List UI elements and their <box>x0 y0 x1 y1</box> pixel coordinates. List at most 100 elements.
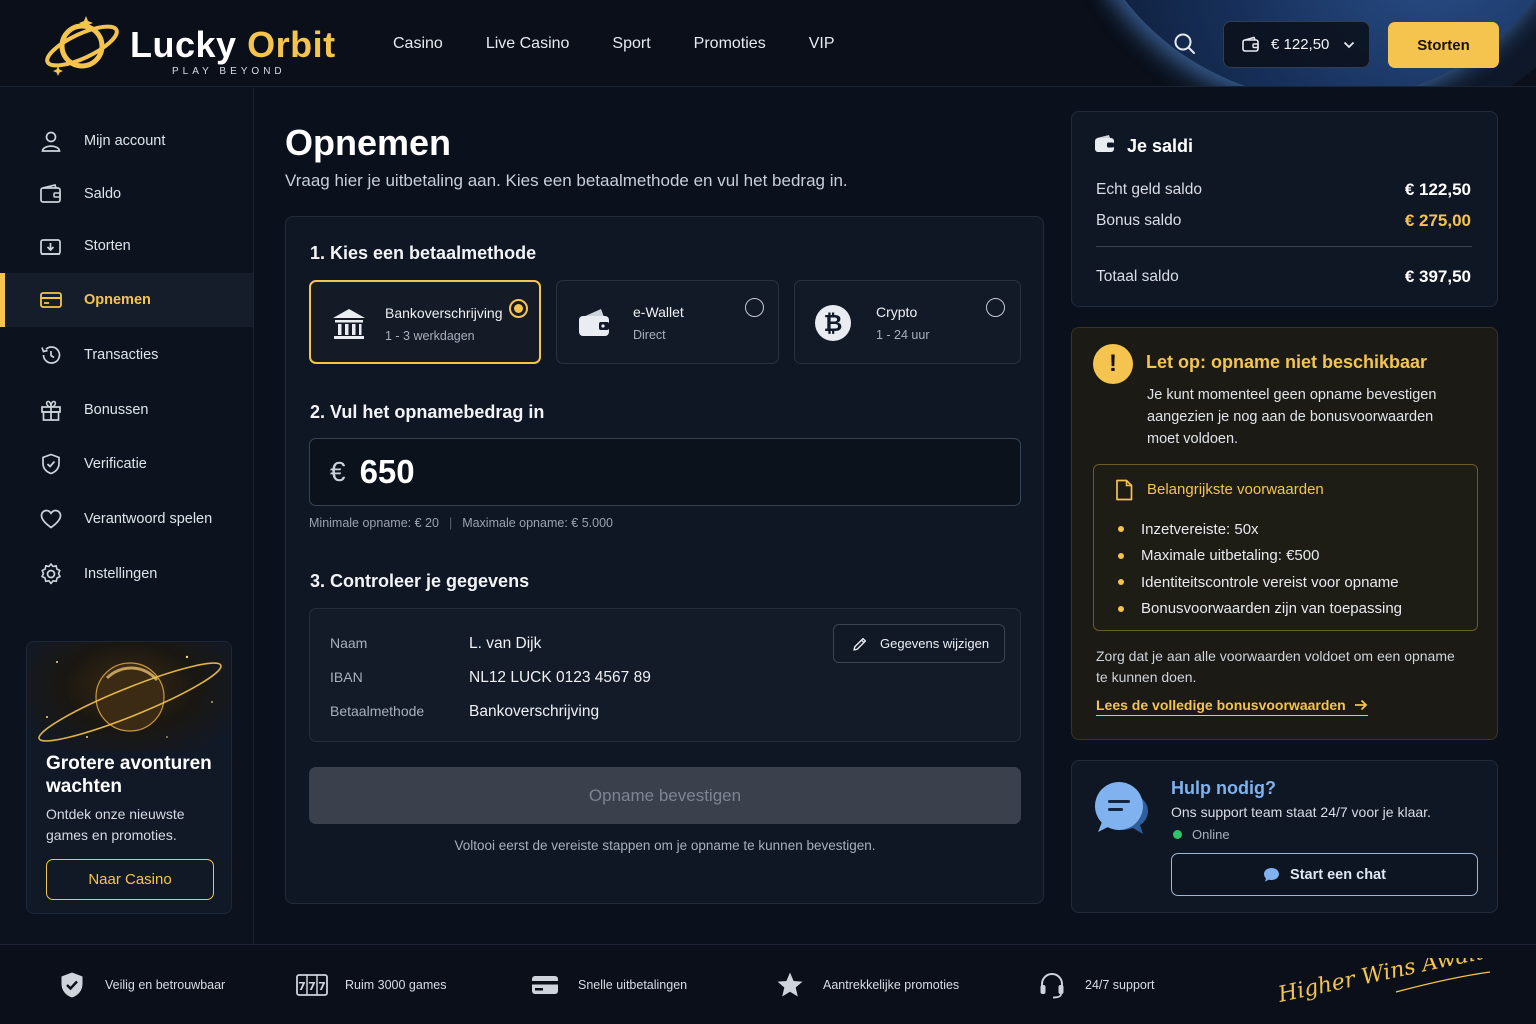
brand-name: Lucky Orbit <box>130 24 336 66</box>
edit-details-button[interactable]: Gegevens wijzigen <box>833 624 1005 663</box>
sidebar-item-label: Verantwoord spelen <box>84 511 213 527</box>
nav-casino[interactable]: Casino <box>393 35 443 53</box>
nav-promoties[interactable]: Promoties <box>694 35 766 53</box>
chat-icon <box>1264 867 1280 882</box>
nav-sport[interactable]: Sport <box>612 35 650 53</box>
sidebar-item-verantwoord-spelen[interactable]: Verantwoord spelen <box>0 492 253 546</box>
bonus-balance-label: Bonus saldo <box>1096 212 1182 229</box>
detail-value-name: L. van Dijk <box>469 635 542 652</box>
sidebar-item-saldo[interactable]: Saldo <box>0 167 253 221</box>
help-card: Hulp nodig? Ons support team staat 24/7 … <box>1071 760 1498 913</box>
bonus-terms-link-label: Lees de volledige bonusvoorwaarden <box>1096 697 1346 713</box>
brand-logo[interactable]: Lucky Orbit PLAY BEYOND <box>40 8 340 80</box>
warning-footer-text: Zorg dat je aan alle voorwaarden voldoet… <box>1096 648 1455 685</box>
svg-text:7: 7 <box>308 980 316 993</box>
method-crypto[interactable]: ₿ Crypto 1 - 24 uur <box>794 280 1021 364</box>
step3-title: 3. Controleer je gegevens <box>310 571 530 591</box>
signature-slogan: Higher Wins Await <box>1276 958 1491 1008</box>
page-title: Opnemen <box>285 122 452 163</box>
method-ewallet[interactable]: e-Wallet Direct <box>556 280 779 364</box>
promo-title: Grotere avonturen wachten <box>46 753 212 797</box>
sidebar-item-label: Verificatie <box>84 456 147 472</box>
method-radio[interactable] <box>986 298 1005 317</box>
sidebar-item-label: Opnemen <box>84 292 151 308</box>
sidebar-item-label: Mijn account <box>84 133 166 149</box>
main-nav: Casino Live Casino Sport Promoties VIP <box>393 35 878 53</box>
footer-feature-secure: Veilig en betrouwbaar <box>55 969 225 1001</box>
balances-card: Je saldi Echt geld saldo € 122,50 Bonus … <box>1071 111 1498 307</box>
amount-value: 650 <box>359 453 415 490</box>
promo-text: Ontdek onze nieuwste games en promoties. <box>46 806 185 843</box>
sidebar-item-mijn-account[interactable]: Mijn account <box>0 114 253 168</box>
account-sidebar: Mijn account Saldo Storten Opnemen Trans… <box>0 88 254 944</box>
brand-name-part2: Orbit <box>247 24 336 65</box>
promo-planet-art <box>27 642 231 752</box>
deposit-button[interactable]: Storten <box>1388 22 1499 68</box>
heart-icon <box>38 506 64 532</box>
method-duration: Direct <box>633 328 666 342</box>
pencil-icon <box>853 637 867 651</box>
amount-input[interactable]: € 650 <box>309 438 1021 506</box>
method-radio-selected[interactable] <box>509 299 528 318</box>
help-title: Hulp nodig? <box>1171 778 1276 798</box>
method-name: Bankoverschrijving <box>385 305 503 321</box>
warning-text: Je kunt momenteel geen opname bevestigen… <box>1147 387 1437 447</box>
nav-vip[interactable]: VIP <box>809 35 835 53</box>
method-name: Crypto <box>876 304 918 320</box>
footer-feature-label: Snelle uitbetalingen <box>578 978 688 992</box>
svg-text:Higher Wins Await: Higher Wins Await <box>1276 958 1486 1008</box>
gift-icon <box>38 397 64 423</box>
nav-live-casino[interactable]: Live Casino <box>486 35 570 53</box>
arrow-right-icon <box>1354 699 1368 711</box>
brand-name-part1: Lucky <box>130 24 237 65</box>
total-balance-label: Totaal saldo <box>1096 268 1179 285</box>
help-subtitle: Ons support team staat 24/7 voor je klaa… <box>1171 804 1431 820</box>
svg-text:7: 7 <box>298 980 306 993</box>
sidebar-item-bonussen[interactable]: Bonussen <box>0 383 253 437</box>
warning-icon: ! <box>1093 344 1133 384</box>
balance-amount: € 122,50 <box>1271 36 1330 53</box>
to-casino-button[interactable]: Naar Casino <box>46 859 214 900</box>
step1-title: 1. Kies een betaalmethode <box>310 243 537 263</box>
real-balance-value: € 122,50 <box>1404 180 1471 199</box>
start-chat-button[interactable]: Start een chat <box>1171 853 1478 896</box>
start-chat-label: Start een chat <box>1290 866 1386 883</box>
key-terms-box: Belangrijkste voorwaarden Inzetvereiste:… <box>1093 464 1478 631</box>
list-item: Inzetvereiste: 50x <box>1118 516 1402 543</box>
confirm-withdraw-button[interactable]: Opname bevestigen <box>309 767 1021 824</box>
wallet-icon <box>38 181 64 207</box>
chat-bubbles-icon <box>1095 782 1148 834</box>
promo-card: Grotere avonturen wachten Ontdek onze ni… <box>26 641 232 914</box>
footer-feature-label: 24/7 support <box>1085 978 1155 992</box>
bonus-balance-value: € 275,00 <box>1404 211 1471 230</box>
footer-feature-games: 777 Ruim 3000 games <box>295 969 446 1001</box>
details-summary: Naam L. van Dijk IBAN NL12 LUCK 0123 456… <box>309 608 1021 742</box>
sidebar-item-verificatie[interactable]: Verificatie <box>0 437 253 491</box>
sidebar-item-label: Storten <box>84 238 131 254</box>
support-status: Online <box>1173 827 1230 842</box>
online-dot-icon <box>1173 830 1182 839</box>
gear-icon <box>38 561 64 587</box>
bank-icon <box>333 309 365 339</box>
sidebar-item-storten[interactable]: Storten <box>0 219 253 273</box>
balance-dropdown[interactable]: € 122,50 <box>1223 21 1370 68</box>
shield-icon <box>55 969 89 1001</box>
method-bank-transfer[interactable]: Bankoverschrijving 1 - 3 werkdagen <box>309 280 541 364</box>
sidebar-item-opnemen[interactable]: Opnemen <box>0 273 253 327</box>
list-item: Bonusvoorwaarden zijn van toepassing <box>1118 596 1402 623</box>
bitcoin-icon: ₿ <box>815 305 851 341</box>
real-balance-label: Echt geld saldo <box>1096 181 1202 198</box>
search-button[interactable] <box>1172 31 1198 57</box>
document-icon <box>1116 479 1133 501</box>
warning-title: Let op: opname niet beschikbaar <box>1146 352 1428 372</box>
sidebar-item-instellingen[interactable]: Instellingen <box>0 547 253 601</box>
user-icon <box>38 128 64 154</box>
sidebar-item-transacties[interactable]: Transacties <box>0 328 253 382</box>
method-radio[interactable] <box>745 298 764 317</box>
withdraw-form-card: 1. Kies een betaalmethode Bankoverschrij… <box>285 216 1044 904</box>
footer-feature-promos: Aantrekkelijke promoties <box>773 969 959 1001</box>
shield-check-icon <box>38 451 64 477</box>
support-status-label: Online <box>1192 827 1230 842</box>
history-icon <box>38 342 64 368</box>
bonus-terms-link[interactable]: Lees de volledige bonusvoorwaarden <box>1096 697 1368 716</box>
